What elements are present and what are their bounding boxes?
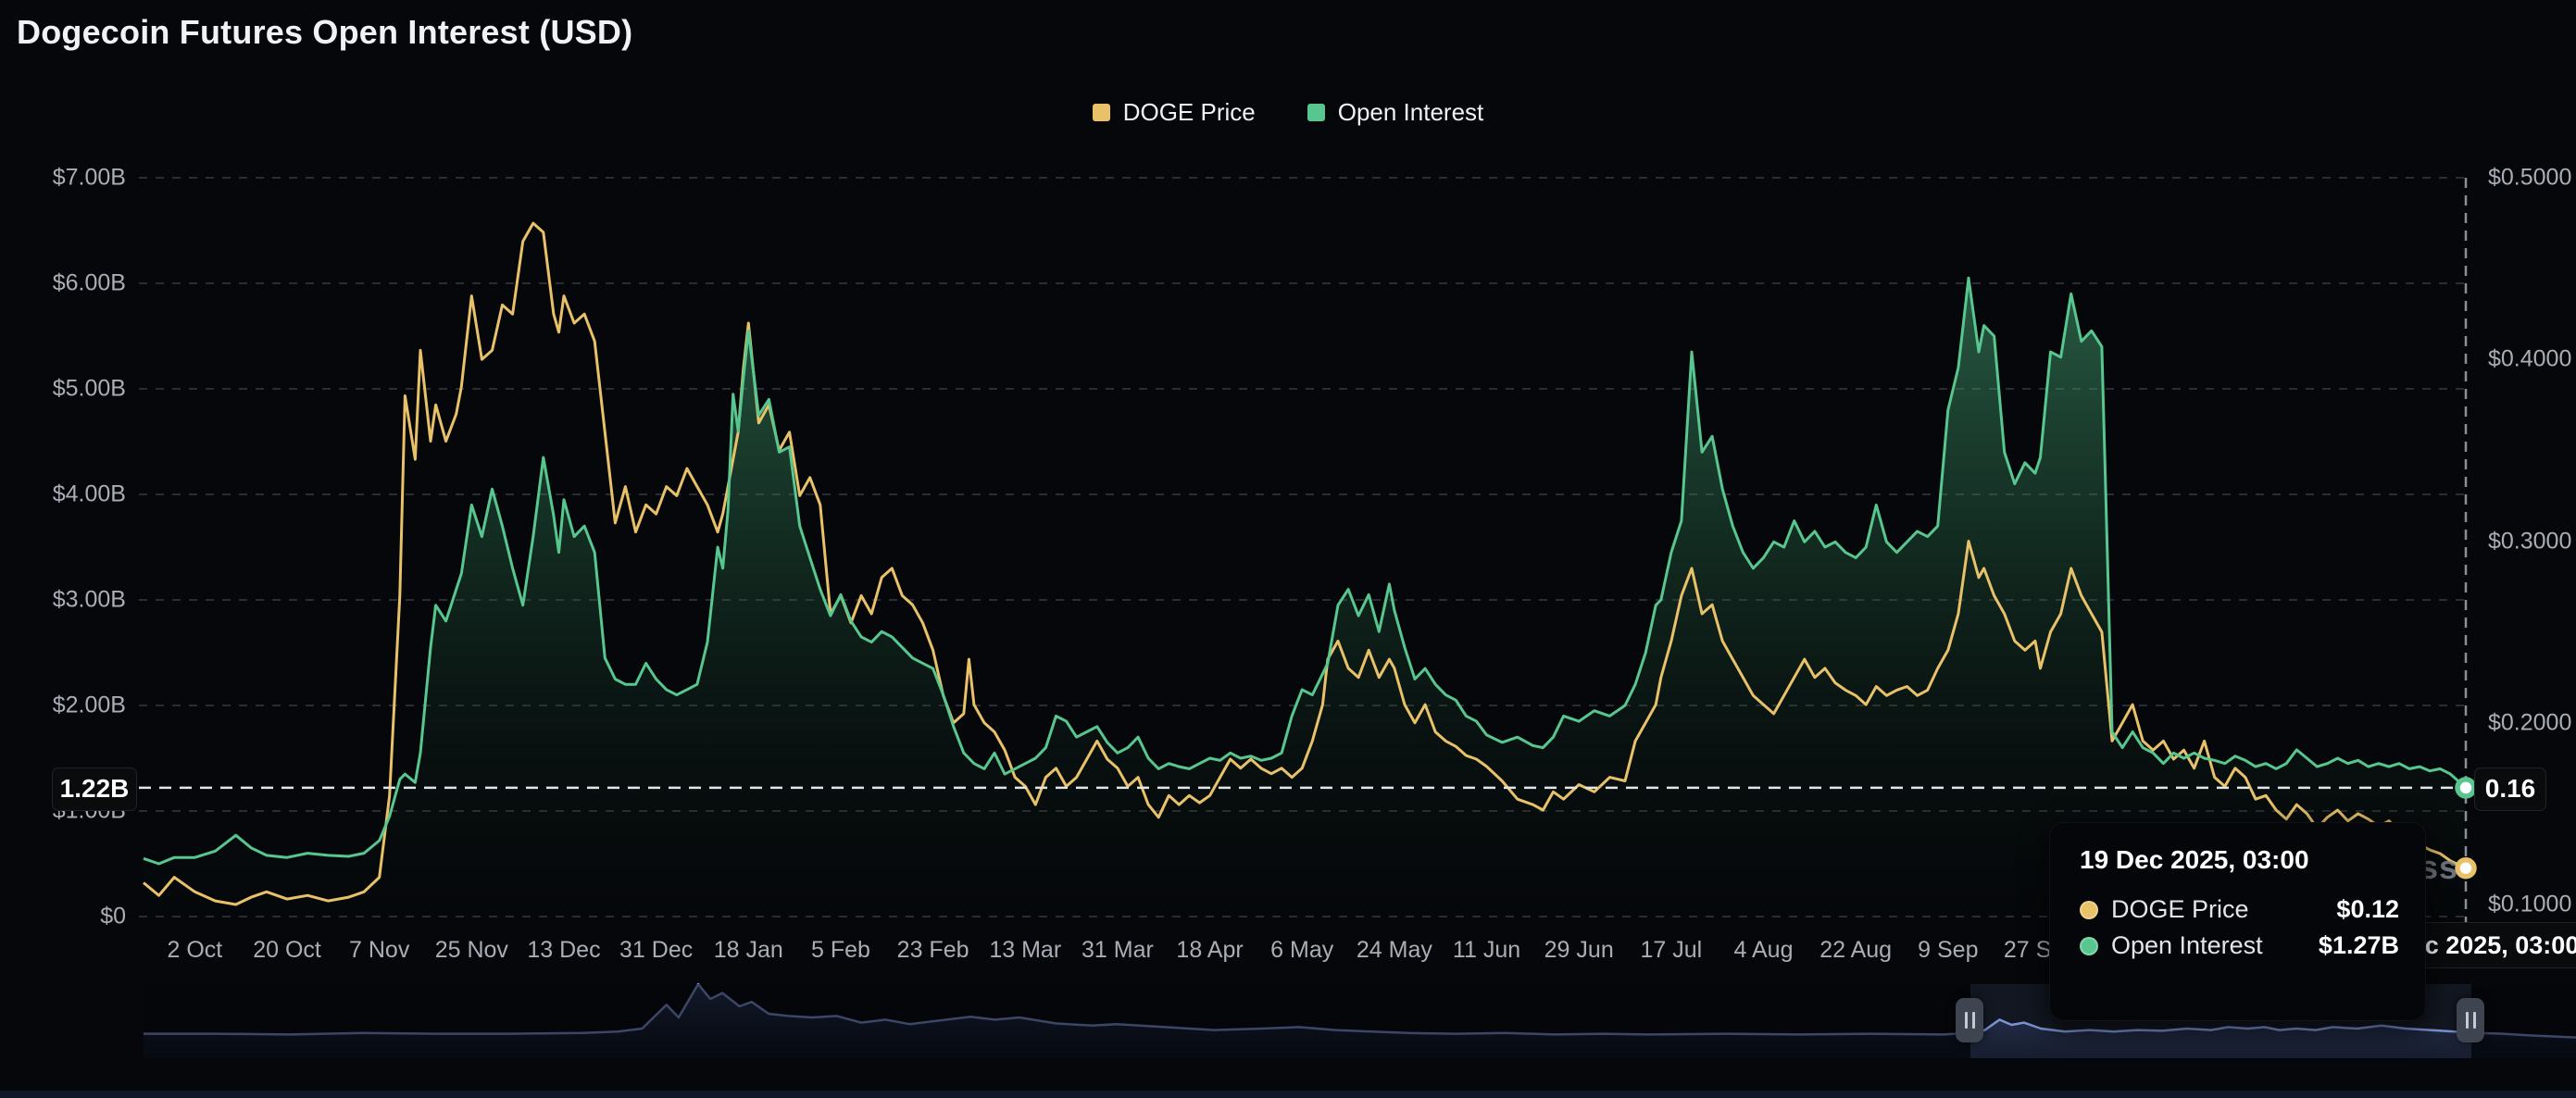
legend-label: Open Interest <box>1338 98 1484 127</box>
legend-item-open-interest[interactable]: Open Interest <box>1307 98 1484 127</box>
navigator-mask-right <box>2471 984 2576 1058</box>
open-interest-last-point-marker <box>2457 780 2474 796</box>
legend-swatch <box>1093 104 1110 121</box>
tooltip-row-open-interest: Open Interest $1.27B <box>2080 931 2399 960</box>
doge-price-last-point-marker <box>2457 860 2474 877</box>
navigator-mask-left <box>144 984 1970 1058</box>
tooltip-title: 19 Dec 2025, 03:00 <box>2080 845 2399 875</box>
crosshair-right-value-pill: 0.16 <box>2474 767 2546 811</box>
tooltip: 19 Dec 2025, 03:00 DOGE Price $0.12 Open I… <box>2049 822 2426 1021</box>
page-title: Dogecoin Futures Open Interest (USD) <box>17 13 632 52</box>
legend-swatch <box>1307 104 1325 121</box>
tooltip-rows: DOGE Price $0.12 Open Interest $1.27B <box>2080 895 2399 960</box>
coinglass-chart-page: { "page": { "title": "Dogecoin Futures O… <box>0 0 2576 1098</box>
crosshair-left-value-pill: 1.22B <box>52 767 137 811</box>
tooltip-series-marker <box>2080 901 2098 919</box>
tooltip-series-marker <box>2080 937 2098 955</box>
legend: DOGE Price Open Interest <box>0 98 2576 127</box>
bottom-page-edge <box>0 1091 2576 1098</box>
tooltip-row-doge-price: DOGE Price $0.12 <box>2080 895 2399 924</box>
tooltip-series-label: Open Interest <box>2111 931 2263 960</box>
legend-item-doge-price[interactable]: DOGE Price <box>1093 98 1256 127</box>
tooltip-series-label: DOGE Price <box>2111 895 2249 924</box>
navigator-right-handle[interactable] <box>2457 998 2484 1042</box>
open-interest-area <box>144 278 2466 917</box>
legend-label: DOGE Price <box>1123 98 1256 127</box>
tooltip-series-value: $0.12 <box>2336 895 2399 924</box>
navigator-left-handle[interactable] <box>1956 998 1983 1042</box>
tooltip-series-value: $1.27B <box>2319 931 2399 960</box>
